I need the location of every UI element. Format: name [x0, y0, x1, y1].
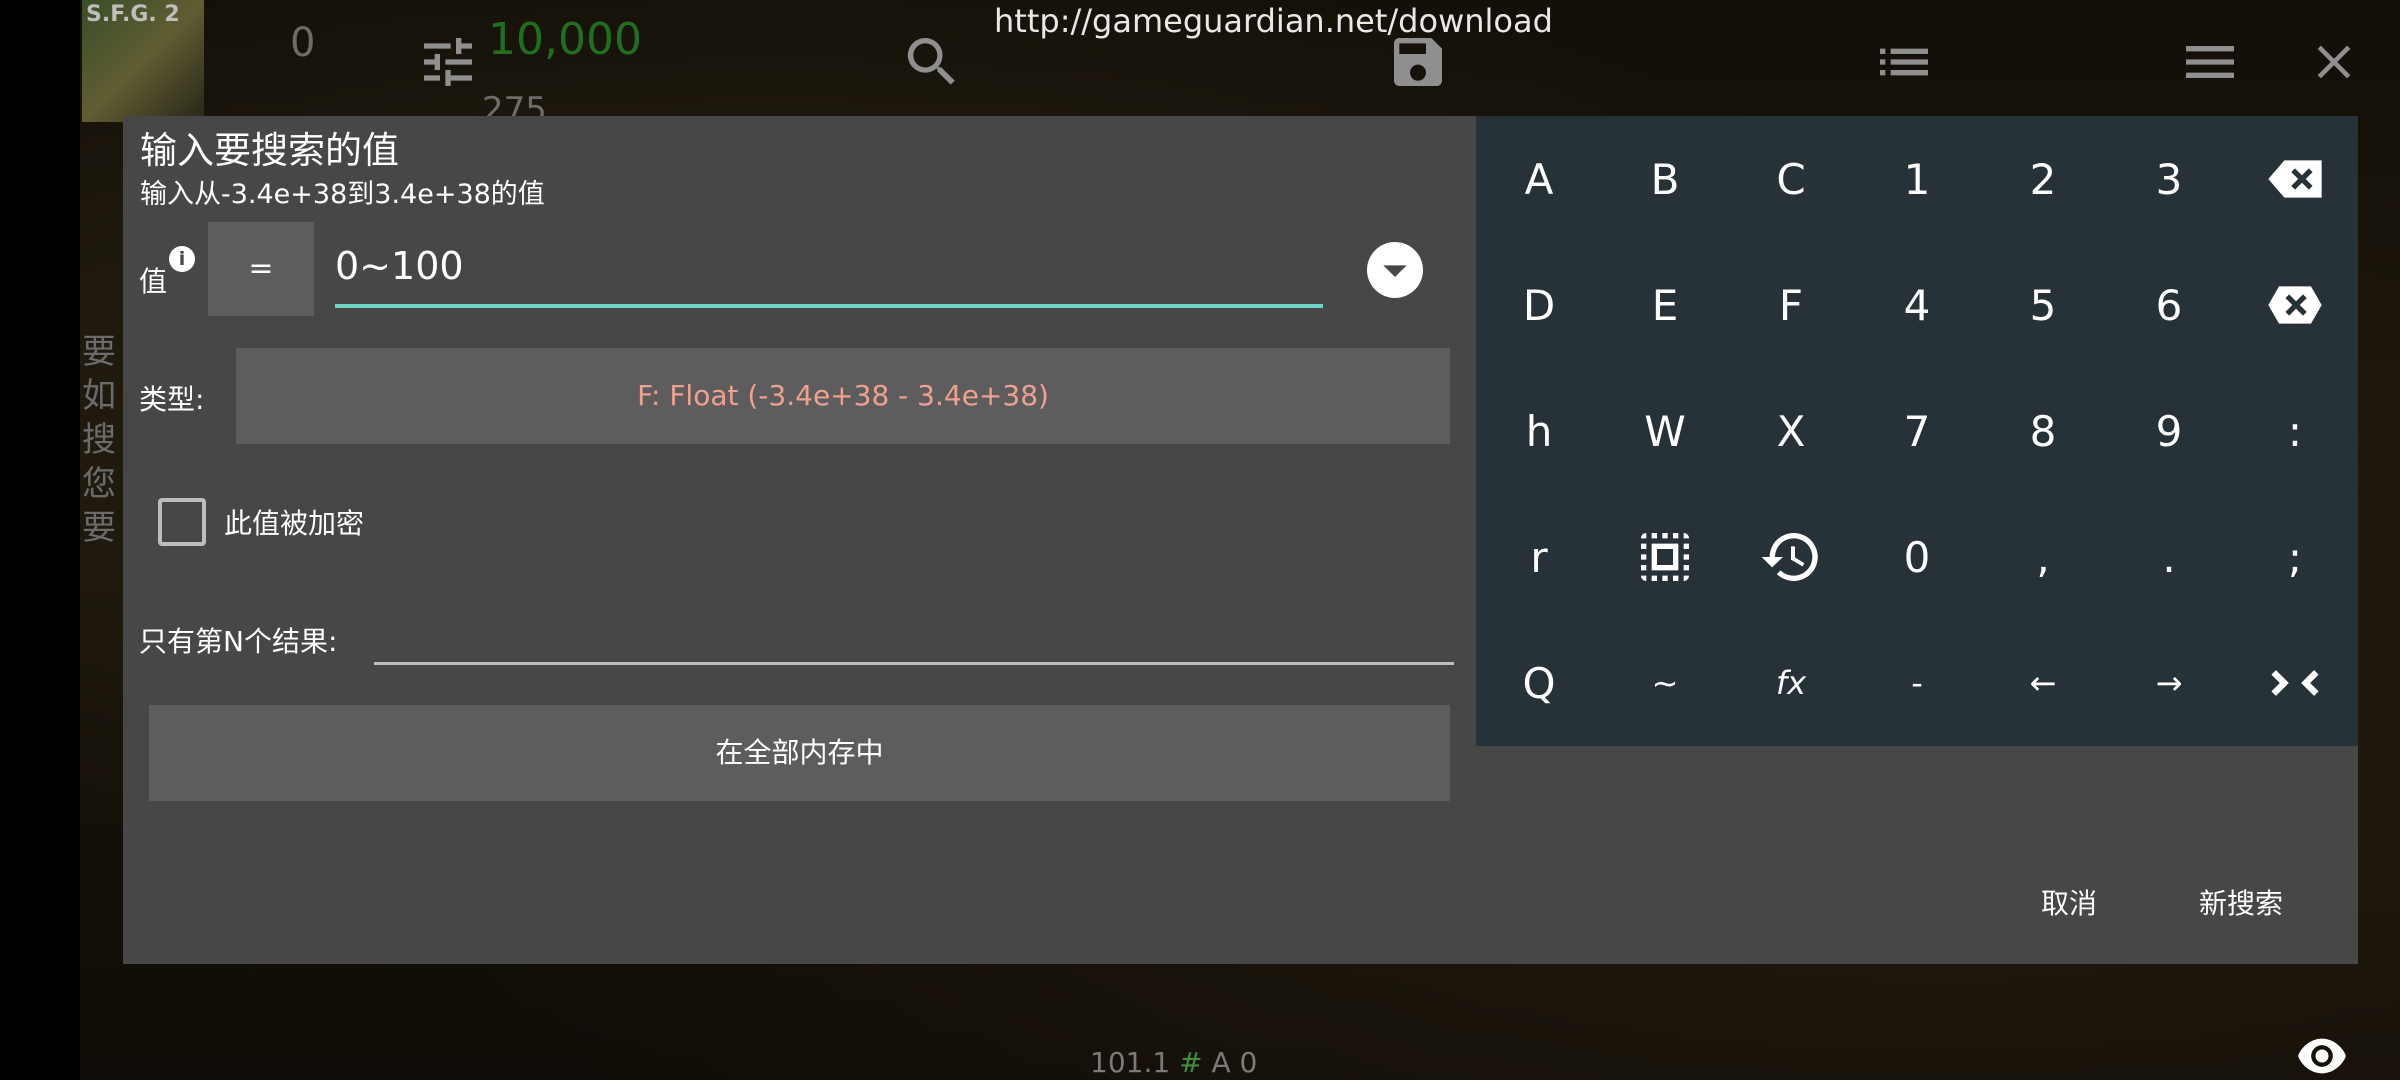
operator-button[interactable]: =: [208, 222, 314, 316]
dialog-title: 输入要搜索的值: [140, 129, 399, 172]
cancel-button[interactable]: 取消: [2023, 872, 2115, 932]
clear-icon[interactable]: [2232, 242, 2358, 368]
key-A[interactable]: A: [1476, 116, 1602, 242]
encrypted-label[interactable]: 此值被加密: [224, 502, 364, 542]
history-icon[interactable]: [1728, 494, 1854, 620]
new-search-button[interactable]: 新搜索: [2181, 872, 2301, 932]
close-icon[interactable]: [2306, 34, 2362, 90]
key-colon[interactable]: :: [2232, 368, 2358, 494]
eye-icon[interactable]: [2296, 1036, 2348, 1076]
value-label: 值: [139, 265, 168, 298]
key-W[interactable]: W: [1602, 368, 1728, 494]
search-value-input[interactable]: [335, 234, 1323, 308]
dialog-subtitle: 输入从-3.4e+38到3.4e+38的值: [140, 179, 545, 210]
key-period[interactable]: .: [2106, 494, 2232, 620]
key-8[interactable]: 8: [1980, 368, 2106, 494]
key-7[interactable]: 7: [1854, 368, 1980, 494]
key-1[interactable]: 1: [1854, 116, 1980, 242]
bg-side-text: 要 如 搜 您 要: [82, 332, 116, 548]
tune-icon[interactable]: [416, 30, 480, 94]
memory-region-button[interactable]: 在全部内存中: [149, 705, 1450, 801]
search-icon[interactable]: [900, 30, 964, 94]
type-label: 类型:: [139, 383, 205, 416]
key-minus[interactable]: -: [1854, 620, 1980, 746]
key-2[interactable]: 2: [1980, 116, 2106, 242]
key-D[interactable]: D: [1476, 242, 1602, 368]
key-Q[interactable]: Q: [1476, 620, 1602, 746]
key-B[interactable]: B: [1602, 116, 1728, 242]
status-bar: 101.1 # A 0: [1090, 1046, 1258, 1079]
nth-result-label: 只有第N个结果:: [139, 625, 338, 658]
key-3[interactable]: 3: [2106, 116, 2232, 242]
value-type-select[interactable]: F: Float (-3.4e+38 - 3.4e+38): [236, 348, 1450, 444]
key-5[interactable]: 5: [1980, 242, 2106, 368]
key-left-arrow[interactable]: ←: [1980, 620, 2106, 746]
collapse-icon[interactable]: [2232, 620, 2358, 746]
encrypted-checkbox[interactable]: [158, 498, 206, 546]
top-toolbar: http://gameguardian.net/download: [0, 0, 2400, 118]
key-X[interactable]: X: [1728, 368, 1854, 494]
key-F[interactable]: F: [1728, 242, 1854, 368]
menu-icon[interactable]: [2178, 30, 2242, 94]
nth-result-input[interactable]: [374, 610, 1454, 665]
key-6[interactable]: 6: [2106, 242, 2232, 368]
key-4[interactable]: 4: [1854, 242, 1980, 368]
key-E[interactable]: E: [1602, 242, 1728, 368]
list-icon[interactable]: [1872, 30, 1936, 94]
info-icon[interactable]: i: [169, 246, 195, 272]
key-h[interactable]: h: [1476, 368, 1602, 494]
save-icon[interactable]: [1386, 30, 1450, 94]
key-9[interactable]: 9: [2106, 368, 2232, 494]
backspace-icon[interactable]: [2232, 116, 2358, 242]
download-url[interactable]: http://gameguardian.net/download: [994, 2, 1553, 40]
key-r[interactable]: r: [1476, 494, 1602, 620]
key-0[interactable]: 0: [1854, 494, 1980, 620]
search-keypad: A B C 1 2 3 D E F 4 5 6 h W X 7 8 9 : r …: [1476, 116, 2358, 746]
key-right-arrow[interactable]: →: [2106, 620, 2232, 746]
key-comma[interactable]: ,: [1980, 494, 2106, 620]
key-semicolon[interactable]: ;: [2232, 494, 2358, 620]
chevron-down-icon[interactable]: [1367, 242, 1423, 298]
key-fx[interactable]: fx: [1728, 620, 1854, 746]
select-all-icon[interactable]: [1602, 494, 1728, 620]
key-C[interactable]: C: [1728, 116, 1854, 242]
key-tilde[interactable]: ~: [1602, 620, 1728, 746]
